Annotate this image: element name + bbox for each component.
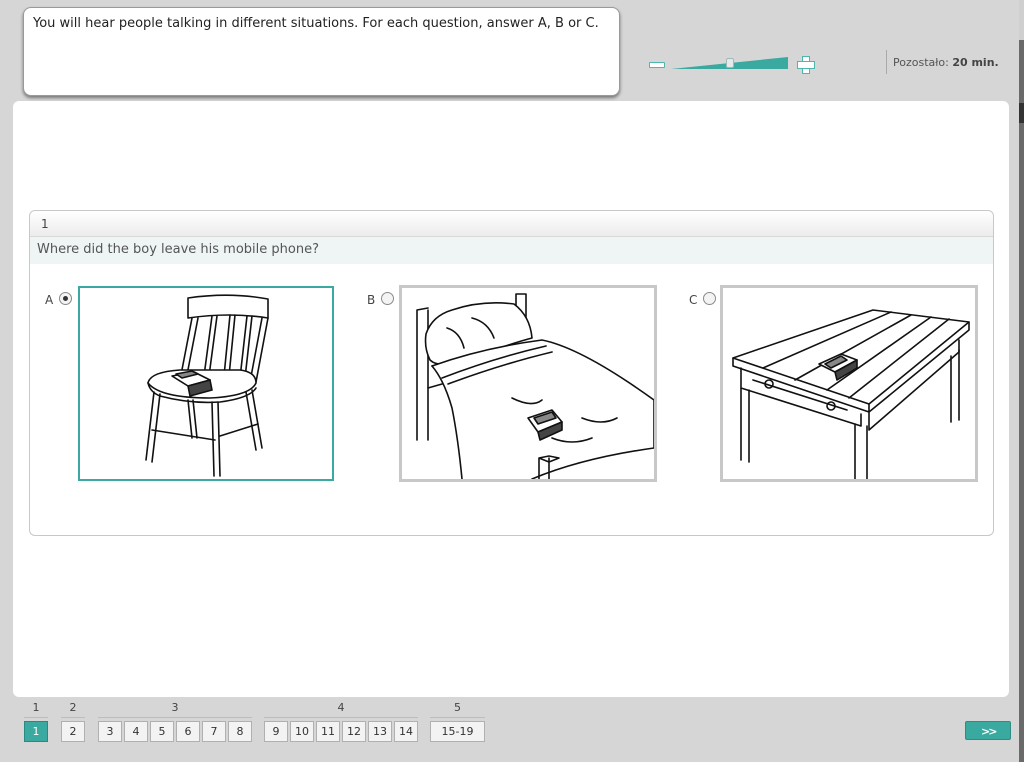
option-a-image[interactable]	[78, 286, 334, 481]
zoom-control	[647, 55, 817, 74]
time-remaining: Pozostało: 20 min.	[893, 56, 999, 69]
nav-question-8[interactable]: 8	[228, 721, 252, 742]
nav-question-10[interactable]: 10	[290, 721, 314, 742]
option-c-image[interactable]	[720, 285, 978, 482]
nav-question-11[interactable]: 11	[316, 721, 340, 742]
nav-question-7[interactable]: 7	[202, 721, 226, 742]
scroll-marker	[1019, 103, 1024, 123]
instruction-box: You will hear people talking in differen…	[23, 7, 620, 96]
next-button[interactable]: >>	[965, 721, 1011, 740]
nav-question-3[interactable]: 3	[98, 721, 122, 742]
option-b-radio[interactable]	[381, 292, 394, 305]
zoom-out-icon[interactable]	[647, 56, 665, 72]
time-remaining-label: Pozostało:	[893, 56, 949, 69]
instruction-text: You will hear people talking in differen…	[33, 16, 599, 31]
nav-question-9[interactable]: 9	[264, 721, 288, 742]
zoom-in-icon[interactable]	[796, 55, 815, 74]
nav-question-5[interactable]: 5	[150, 721, 174, 742]
question-number: 1	[30, 211, 993, 237]
nav-question-2[interactable]: 2	[61, 721, 85, 742]
chair-with-phone-icon	[145, 294, 269, 477]
nav-question-1[interactable]: 1	[24, 721, 48, 742]
question-text: Where did the boy leave his mobile phone…	[30, 237, 993, 264]
option-a-label: A	[45, 293, 54, 307]
nav-group-label: 3	[171, 701, 179, 714]
nav-group-label: 5	[454, 701, 461, 714]
bed-with-phone-icon	[416, 293, 654, 479]
nav-group-divider	[264, 717, 418, 718]
timer-divider	[886, 50, 887, 74]
double-chevron-right-icon: >>	[981, 725, 998, 738]
nav-group-label: 1	[32, 701, 40, 714]
option-b-label: B	[367, 293, 376, 307]
nav-question-15-19[interactable]: 15-19	[430, 721, 485, 742]
nav-question-12[interactable]: 12	[342, 721, 366, 742]
nav-question-6[interactable]: 6	[176, 721, 200, 742]
option-c-label: C	[689, 293, 698, 307]
zoom-slider-handle[interactable]	[725, 58, 734, 68]
nav-group-label: 2	[69, 701, 77, 714]
window-edge-top	[1019, 0, 1024, 40]
nav-group-label: 4	[337, 701, 345, 714]
nav-question-13[interactable]: 13	[368, 721, 392, 742]
nav-group-divider	[61, 717, 85, 718]
nav-group-divider	[430, 717, 485, 718]
nav-group-divider	[24, 717, 48, 718]
nav-group-divider	[98, 717, 252, 718]
option-b-image[interactable]	[399, 285, 657, 482]
time-remaining-value: 20 min.	[952, 56, 999, 69]
option-c-radio[interactable]	[703, 292, 716, 305]
nav-question-4[interactable]: 4	[124, 721, 148, 742]
table-with-phone-icon	[732, 309, 970, 479]
nav-question-14[interactable]: 14	[394, 721, 418, 742]
window-edge	[1019, 40, 1024, 762]
option-a-radio[interactable]	[59, 292, 72, 305]
